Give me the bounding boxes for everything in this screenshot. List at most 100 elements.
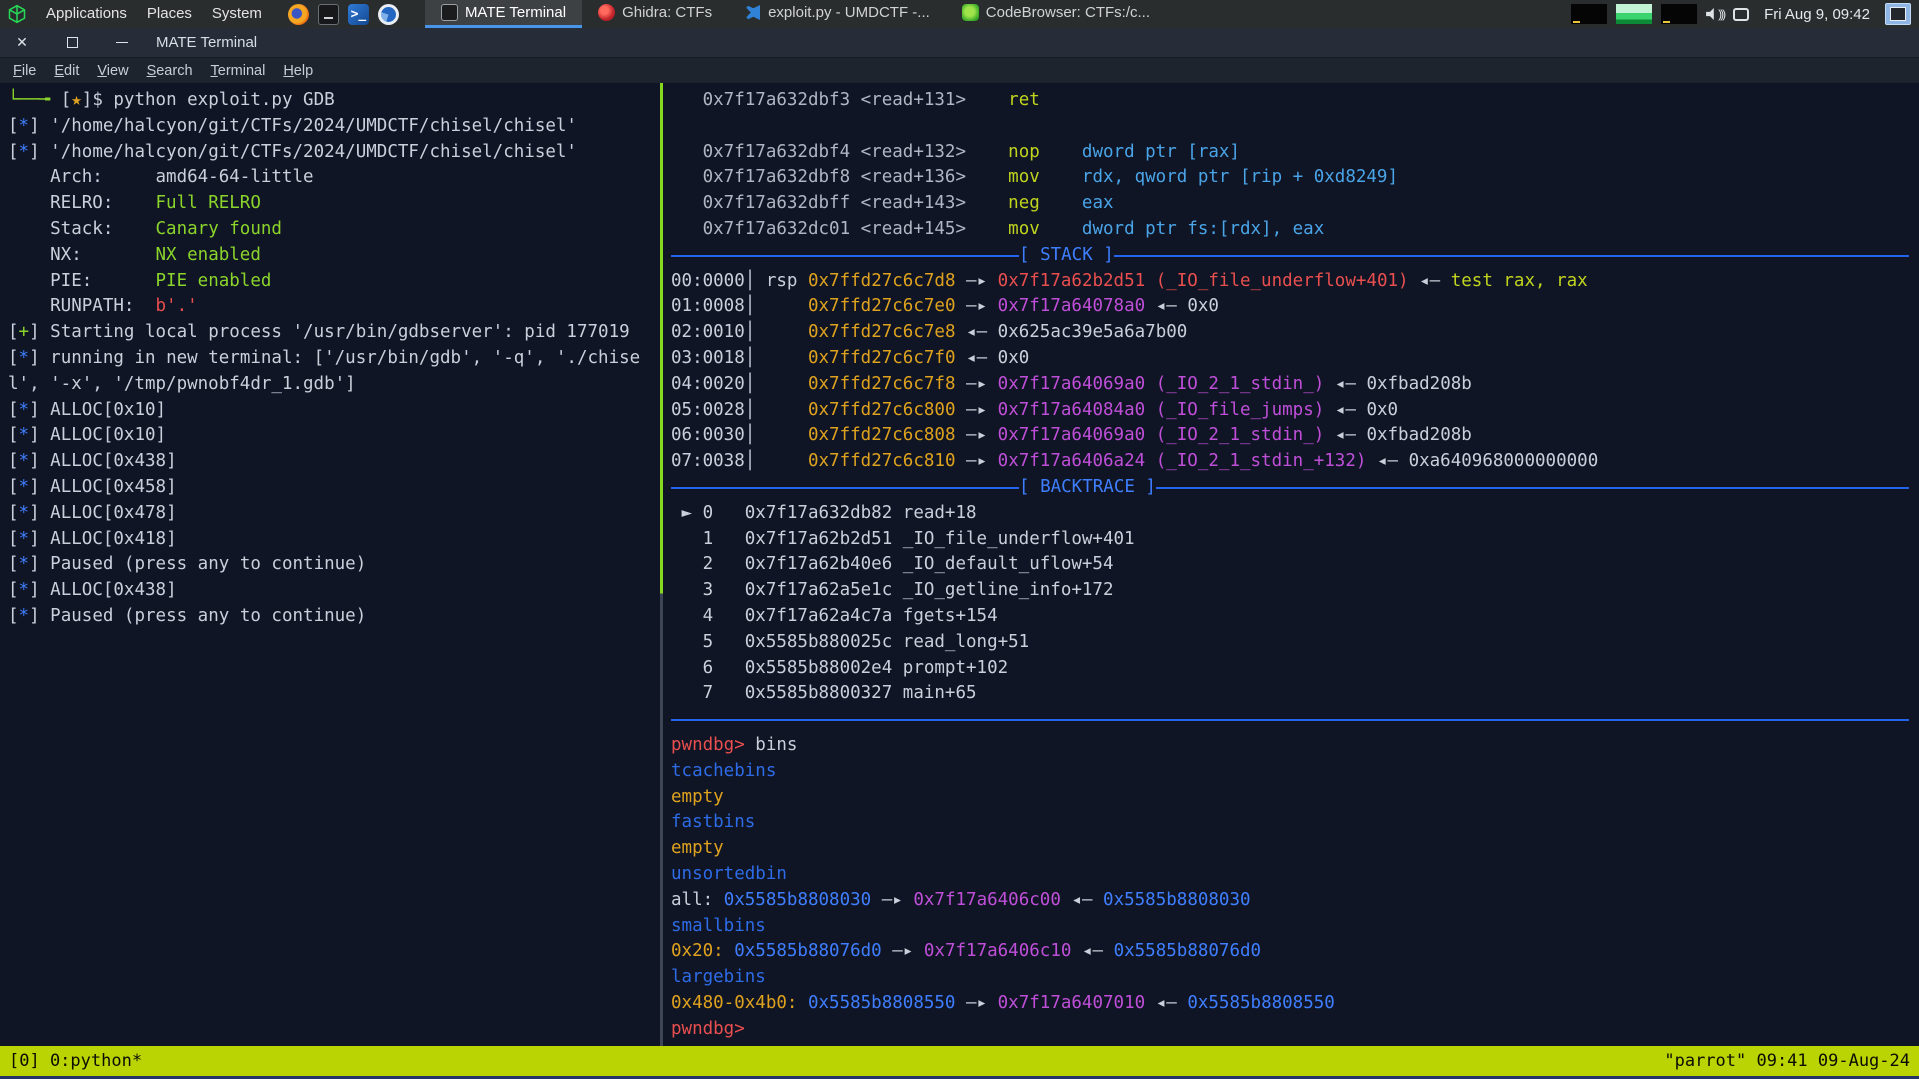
menu-applications[interactable]: Applications <box>36 0 137 28</box>
terminal-line: 0x7f17a632dbf8 <read+136> mov rdx, qword… <box>671 165 1919 191</box>
close-button[interactable]: ✕ <box>0 28 44 57</box>
menu-edit[interactable]: Edit <box>45 61 88 81</box>
terminal-line: [*] '/home/halcyon/git/CTFs/2024/UMDCTF/… <box>8 140 660 166</box>
parrot-menu-icon[interactable] <box>7 4 27 24</box>
terminal-line: RUNPATH: b'.' <box>8 294 660 320</box>
terminal-line: 6 0x5585b88002e4 prompt+102 <box>671 656 1919 682</box>
menu-system[interactable]: System <box>202 0 272 28</box>
terminal-line: [*] ALLOC[0x438] <box>8 449 660 475</box>
terminal-tray-icon[interactable] <box>1885 3 1911 25</box>
terminal-line: [*] running in new terminal: ['/usr/bin/… <box>8 346 660 372</box>
terminal-line: smallbins <box>671 914 1919 940</box>
terminal-line: largebins <box>671 965 1919 991</box>
terminal-line: [*] ALLOC[0x10] <box>8 398 660 424</box>
menu-search[interactable]: Search <box>138 61 202 81</box>
terminal-line: 7 0x5585b8800327 main+65 <box>671 681 1919 707</box>
launcher-icons: >_ <box>288 4 399 25</box>
system-tray: ))) Fri Aug 9, 09:42 <box>1571 0 1919 28</box>
firefox-icon[interactable] <box>288 4 309 25</box>
menu-help[interactable]: Help <box>274 61 322 81</box>
terminal-line: 0x7f17a632dbff <read+143> neg eax <box>671 191 1919 217</box>
terminal-line: 00:0000│ rsp 0x7ffd27c6c7d8 —▸ 0x7f17a62… <box>671 269 1919 295</box>
taskbar-vscode[interactable]: exploit.py - UMDCTF -... <box>728 0 946 28</box>
terminal-line: 2 0x7f17a62b40e6 _IO_default_uflow+54 <box>671 552 1919 578</box>
minimize-button[interactable] <box>100 28 144 57</box>
section-separator: [ BACKTRACE ] <box>671 475 1919 501</box>
taskbar-ghidra[interactable]: Ghidra: CTFs <box>582 0 728 28</box>
terminal-line: 1 0x7f17a62b2d51 _IO_file_underflow+401 <box>671 527 1919 553</box>
terminal-line: NX: NX enabled <box>8 243 660 269</box>
panel-left: Applications Places System >_ <box>0 0 399 28</box>
tmux-statusbar: [0] 0:python* "parrot" 09:41 09-Aug-24 <box>0 1046 1919 1076</box>
section-label: [ STACK ] <box>1019 243 1114 269</box>
terminal-line: pwndbg> <box>671 1017 1919 1043</box>
terminal-line: RELRO: Full RELRO <box>8 191 660 217</box>
desktop: Applications Places System >_ MATE Termi… <box>0 0 1919 1079</box>
terminal-line: [*] Paused (press any to continue) <box>8 604 660 630</box>
window-titlebar: ✕ MATE Terminal <box>0 28 1919 58</box>
display-icon[interactable] <box>1733 8 1749 21</box>
terminal-line: [*] ALLOC[0x458] <box>8 475 660 501</box>
tmux-pane-gdb[interactable]: 0x7f17a632dbf3 <read+131> ret 0x7f17a632… <box>663 83 1919 1046</box>
terminal-line: l', '-x', '/tmp/pwnobf4dr_1.gdb'] <box>8 372 660 398</box>
terminal-line: Stack: Canary found <box>8 217 660 243</box>
terminal-line: all: 0x5585b8808030 —▸ 0x7f17a6406c00 ◂—… <box>671 888 1919 914</box>
terminal-line: 0x7f17a632dbf3 <read+131> ret <box>671 88 1919 114</box>
terminal-line: Arch: amd64-64-little <box>8 165 660 191</box>
section-label: [ BACKTRACE ] <box>1019 475 1156 501</box>
vscode-icon <box>744 4 761 21</box>
terminal-line: 02:0010│ 0x7ffd27c6c7e8 ◂— 0x625ac39e5a6… <box>671 320 1919 346</box>
terminal-line: tcachebins <box>671 759 1919 785</box>
tmux-host-clock: "parrot" 09:41 09-Aug-24 <box>1664 1051 1910 1071</box>
clock[interactable]: Fri Aug 9, 09:42 <box>1758 6 1876 23</box>
maximize-button[interactable] <box>50 28 94 57</box>
terminal-window-icon <box>441 4 458 21</box>
terminal-line: 0x480-0x4b0: 0x5585b8808550 —▸ 0x7f17a64… <box>671 991 1919 1017</box>
menu-view[interactable]: View <box>88 61 137 81</box>
codebrowser-dragon-icon <box>962 4 979 21</box>
taskbar-codebrowser[interactable]: CodeBrowser: CTFs:/c... <box>946 0 1166 28</box>
terminal-line: 05:0028│ 0x7ffd27c6c800 —▸ 0x7f17a64084a… <box>671 398 1919 424</box>
volume-icon[interactable]: ))) <box>1706 7 1724 21</box>
memory-monitor-applet[interactable] <box>1616 4 1652 24</box>
terminal-line: 5 0x5585b880025c read_long+51 <box>671 630 1919 656</box>
terminal-line: [+] Starting local process '/usr/bin/gdb… <box>8 320 660 346</box>
menu-places[interactable]: Places <box>137 0 202 28</box>
cpu-monitor-applet[interactable] <box>1571 4 1607 24</box>
terminal-line: 07:0038│ 0x7ffd27c6c810 —▸ 0x7f17a6406a2… <box>671 449 1919 475</box>
terminal-line <box>671 114 1919 140</box>
terminal-line: unsortedbin <box>671 862 1919 888</box>
terminal-line: ► 0 0x7f17a632db82 read+18 <box>671 501 1919 527</box>
menu-terminal[interactable]: Terminal <box>202 61 275 81</box>
terminal-line: 06:0030│ 0x7ffd27c6c808 —▸ 0x7f17a64069a… <box>671 423 1919 449</box>
terminal-line: 04:0020│ 0x7ffd27c6c7f8 —▸ 0x7f17a64069a… <box>671 372 1919 398</box>
terminal-line: 0x20: 0x5585b88076d0 —▸ 0x7f17a6406c10 ◂… <box>671 939 1919 965</box>
terminal-line: [*] '/home/halcyon/git/CTFs/2024/UMDCTF/… <box>8 114 660 140</box>
section-separator: [ STACK ] <box>671 243 1919 269</box>
section-separator <box>671 707 1919 733</box>
console-launcher-icon[interactable]: >_ <box>348 4 369 25</box>
terminal-launcher-icon[interactable] <box>318 4 339 25</box>
terminal-line: [*] ALLOC[0x478] <box>8 501 660 527</box>
top-panel: Applications Places System >_ MATE Termi… <box>0 0 1919 28</box>
ghidra-icon <box>598 4 615 21</box>
terminal-line: 01:0008│ 0x7ffd27c6c7e0 —▸ 0x7f17a64078a… <box>671 294 1919 320</box>
terminal-line: [*] ALLOC[0x418] <box>8 527 660 553</box>
terminal-line: 0x7f17a632dc01 <read+145> mov dword ptr … <box>671 217 1919 243</box>
terminal-line: [*] ALLOC[0x438] <box>8 578 660 604</box>
window-title: MATE Terminal <box>156 34 257 51</box>
terminal-line: [*] ALLOC[0x10] <box>8 423 660 449</box>
terminal-line: [*] Paused (press any to continue) <box>8 552 660 578</box>
terminal-content: └──╼ [★]$ python exploit.py GDB[*] '/hom… <box>0 83 1919 1046</box>
tmux-pane-exploit[interactable]: └──╼ [★]$ python exploit.py GDB[*] '/hom… <box>0 83 660 1046</box>
anonsurf-icon[interactable] <box>378 4 399 25</box>
taskbar-mate-terminal[interactable]: MATE Terminal <box>425 0 582 28</box>
terminal-line: empty <box>671 836 1919 862</box>
menu-file[interactable]: File <box>4 61 45 81</box>
terminal-line: pwndbg> bins <box>671 733 1919 759</box>
terminal-line: 3 0x7f17a62a5e1c _IO_getline_info+172 <box>671 578 1919 604</box>
tmux-session-windows[interactable]: [0] 0:python* <box>9 1051 142 1071</box>
net-monitor-applet[interactable] <box>1661 4 1697 24</box>
terminal-line: PIE: PIE enabled <box>8 269 660 295</box>
terminal-line: fastbins <box>671 810 1919 836</box>
